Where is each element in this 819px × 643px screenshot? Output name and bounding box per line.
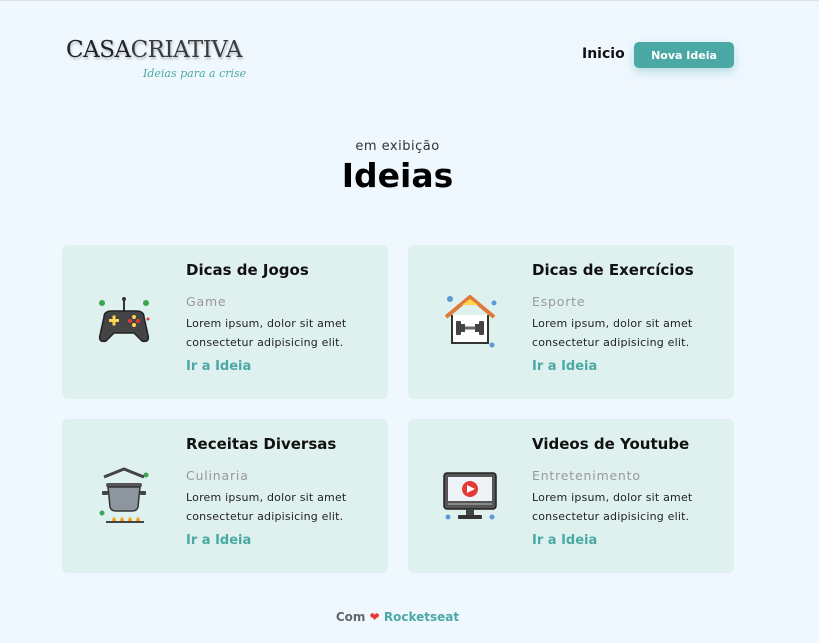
nav-home-link[interactable]: Inicio	[582, 46, 625, 62]
site-header: CASACRIATIVA Ideias para a crise Inicio …	[0, 1, 819, 101]
footer-prefix: Com	[335, 610, 366, 624]
idea-card: Dicas de Exercícios Esporte Lorem ipsum,…	[408, 245, 734, 399]
card-description: Lorem ipsum, dolor sit amet consectetur …	[532, 317, 693, 349]
logo-tagline: Ideias para a crise	[143, 67, 247, 80]
home-dumbbell-icon	[444, 295, 497, 348]
idea-card: Receitas Diversas Culinaria Lorem ipsum,…	[62, 419, 388, 573]
card-title: Dicas de Jogos	[186, 261, 309, 279]
gamepad-icon	[98, 297, 150, 343]
footer-brand-link[interactable]: Rocketseat	[384, 610, 459, 624]
card-link[interactable]: Ir a Ideia	[532, 533, 597, 548]
card-category: Culinaria	[186, 468, 249, 483]
heart-icon: ❤	[369, 610, 380, 624]
card-title: Receitas Diversas	[186, 435, 337, 453]
idea-card: Dicas de Jogos Game Lorem ipsum, dolor s…	[62, 245, 388, 399]
logo[interactable]: CASACRIATIVA Ideias para a crise	[66, 37, 246, 80]
card-category: Esporte	[532, 294, 586, 309]
video-monitor-icon	[443, 472, 497, 520]
new-idea-button[interactable]: Nova Ideia	[634, 42, 734, 68]
card-title: Dicas de Exercícios	[532, 261, 694, 279]
logo-wordmark: CASACRIATIVA	[66, 37, 243, 63]
card-category: Entretenimento	[532, 468, 641, 483]
card-link[interactable]: Ir a Ideia	[186, 359, 251, 374]
idea-card: Videos de Youtube Entretenimento Lorem i…	[408, 419, 734, 573]
cooking-pot-icon	[99, 467, 149, 523]
footer: Com ❤ Rocketseat	[0, 610, 795, 624]
page-title-block: em exibição Ideias	[0, 139, 795, 195]
card-description: Lorem ipsum, dolor sit amet consectetur …	[186, 491, 347, 523]
logo-criativa: CRIATIVA	[130, 37, 243, 63]
card-link[interactable]: Ir a Ideia	[186, 533, 251, 548]
page-title: Ideias	[341, 156, 454, 195]
page-subtitle: em exibição	[355, 139, 440, 154]
card-category: Game	[186, 294, 227, 309]
card-description: Lorem ipsum, dolor sit amet consectetur …	[532, 491, 693, 523]
card-link[interactable]: Ir a Ideia	[532, 359, 597, 374]
card-description: Lorem ipsum, dolor sit amet consectetur …	[186, 317, 347, 349]
logo-casa: CASA	[66, 37, 131, 63]
card-title: Videos de Youtube	[532, 435, 690, 453]
